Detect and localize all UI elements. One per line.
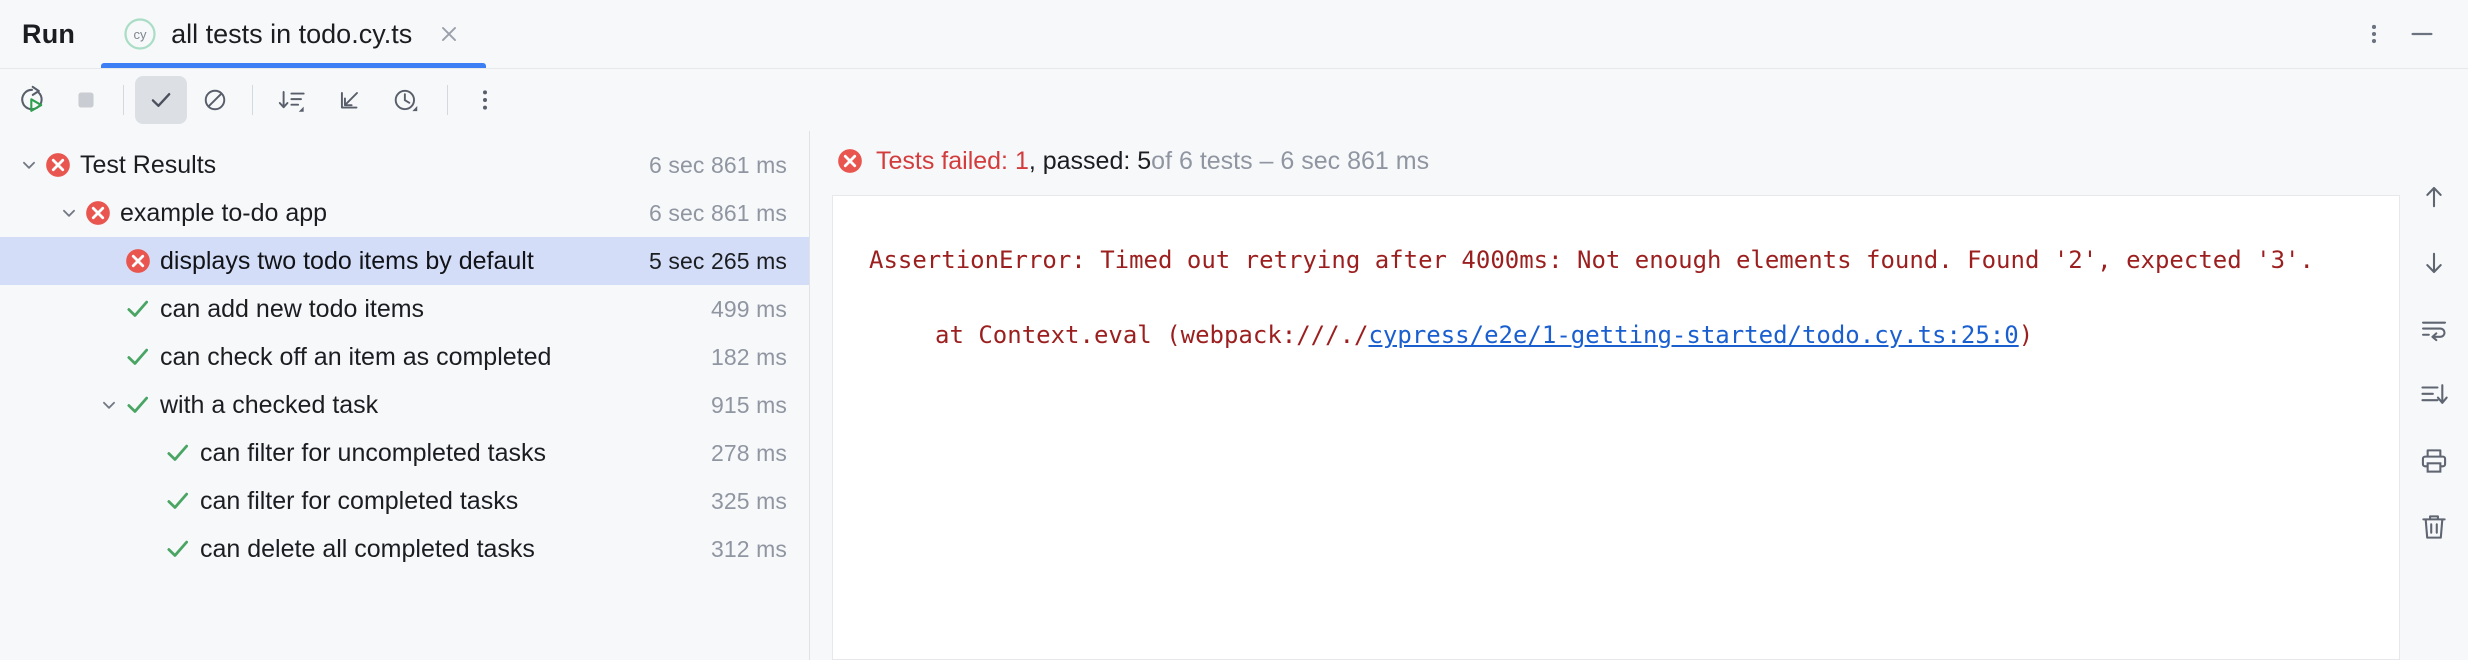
tree-row-duration: 499 ms <box>710 295 787 322</box>
passed-icon <box>122 343 154 371</box>
tree-row-can-filter-for-uncompleted-tasks[interactable]: can filter for uncompleted tasks 278 ms <box>0 429 809 477</box>
tree-row-duration: 278 ms <box>710 439 787 466</box>
console-toolbar <box>2400 131 2468 660</box>
stack-trace-file-link[interactable]: cypress/e2e/1-getting-started/todo.cy.ts… <box>1368 321 2018 349</box>
tree-row-label: can check off an item as completed <box>160 342 552 371</box>
arrow-down-icon[interactable] <box>2410 239 2458 287</box>
tree-row-with-a-checked-task[interactable]: with a checked task 915 ms <box>0 381 809 429</box>
summary-passed-count: , passed: 5 <box>1028 146 1152 175</box>
test-summary-bar: Tests failed: 1, passed: 5 of 6 tests – … <box>810 131 2400 191</box>
tree-row-can-filter-for-completed-tasks[interactable]: can filter for completed tasks 325 ms <box>0 477 809 525</box>
chevron-down-icon[interactable] <box>16 156 42 174</box>
expand-collapse-button[interactable] <box>324 76 376 124</box>
tree-row-label: Test Results <box>80 150 217 179</box>
soft-wrap-icon[interactable] <box>2410 305 2458 353</box>
scroll-to-end-icon[interactable] <box>2410 371 2458 419</box>
failed-icon <box>836 147 864 175</box>
stop-button[interactable] <box>60 76 112 124</box>
sort-tests-button[interactable] <box>264 76 322 124</box>
run-body: Test Results 6 sec 861 ms example to-do … <box>0 131 2468 660</box>
tree-row-label: can filter for uncompleted tasks <box>200 438 546 467</box>
toolbar-more-options-button[interactable] <box>459 76 511 124</box>
tree-row-can-add-new-todo-items[interactable]: can add new todo items 499 ms <box>0 285 809 333</box>
chevron-down-icon[interactable] <box>96 396 122 414</box>
passed-icon <box>162 535 194 563</box>
passed-icon <box>162 487 194 515</box>
show-passed-tests-button[interactable] <box>135 76 187 124</box>
cypress-icon: cy <box>123 17 157 51</box>
tree-row-test-results[interactable]: Test Results 6 sec 861 ms <box>0 141 809 189</box>
tree-row-duration: 5 sec 265 ms <box>649 247 787 274</box>
titlebar-actions <box>2352 0 2468 68</box>
arrow-up-icon[interactable] <box>2410 173 2458 221</box>
tree-row-example-to-do-app[interactable]: example to-do app 6 sec 861 ms <box>0 189 809 237</box>
show-ignored-tests-button[interactable] <box>189 76 241 124</box>
failed-icon <box>42 151 74 179</box>
print-icon[interactable] <box>2410 437 2458 485</box>
tree-row-label: can delete all completed tasks <box>200 534 535 563</box>
toolbar-separator <box>123 85 124 115</box>
svg-text:cy: cy <box>134 27 148 42</box>
tree-row-displays-two-todo-items-by-default[interactable]: displays two todo items by default 5 sec… <box>0 237 809 285</box>
console-pane: Tests failed: 1, passed: 5 of 6 tests – … <box>810 131 2468 660</box>
tree-row-label: can filter for completed tasks <box>200 486 519 515</box>
close-icon[interactable] <box>434 19 464 49</box>
chevron-down-icon[interactable] <box>56 204 82 222</box>
test-history-button[interactable] <box>378 76 436 124</box>
titlebar: Run cy all tests in todo.cy.ts <box>0 0 2468 68</box>
assertion-error-message: AssertionError: Timed out retrying after… <box>869 246 2314 274</box>
tree-row-duration: 6 sec 861 ms <box>649 199 787 226</box>
passed-icon <box>122 391 154 419</box>
tree-row-can-delete-all-completed-tasks[interactable]: can delete all completed tasks 312 ms <box>0 525 809 573</box>
tree-row-duration: 6 sec 861 ms <box>649 151 787 178</box>
failed-icon <box>122 247 154 275</box>
tree-row-label: with a checked task <box>160 390 379 419</box>
tree-row-can-check-off-an-item-as-completed[interactable]: can check off an item as completed 182 m… <box>0 333 809 381</box>
stack-trace-prefix: at Context.eval (webpack:///./ <box>935 321 1369 350</box>
toolbar-separator <box>252 85 253 115</box>
tree-row-label: example to-do app <box>120 198 328 227</box>
tree-row-label: displays two todo items by default <box>160 246 534 275</box>
titlebar-spacer <box>486 0 2352 68</box>
passed-icon <box>122 295 154 323</box>
stack-trace-line: at Context.eval (webpack:///./cypress/e2… <box>869 317 2369 354</box>
tree-row-duration: 325 ms <box>710 487 787 514</box>
trash-icon[interactable] <box>2410 503 2458 551</box>
stack-trace-suffix: ) <box>2018 321 2034 350</box>
summary-total-and-time: of 6 tests – 6 sec 861 ms <box>1151 146 1430 175</box>
console-output[interactable]: AssertionError: Timed out retrying after… <box>832 195 2400 660</box>
rerun-tests-button[interactable] <box>6 76 58 124</box>
failed-icon <box>82 199 114 227</box>
run-toolbar <box>0 69 2468 131</box>
tab-all-tests[interactable]: cy all tests in todo.cy.ts <box>101 0 487 68</box>
tab-label: all tests in todo.cy.ts <box>171 18 413 49</box>
more-vertical-icon[interactable] <box>2352 12 2396 56</box>
run-tool-window: Run cy all tests in todo.cy.ts Test Resu… <box>0 0 2468 660</box>
summary-failed-count: Tests failed: 1 <box>876 146 1029 175</box>
tab-active-indicator <box>101 63 487 68</box>
tree-row-duration: 915 ms <box>710 391 787 418</box>
toolbar-separator <box>447 85 448 115</box>
tree-row-duration: 312 ms <box>710 535 787 562</box>
minimize-icon[interactable] <box>2400 12 2444 56</box>
summary-text: Tests failed: 1, passed: 5 of 6 tests – … <box>876 147 1429 176</box>
run-tool-window-title: Run <box>22 18 76 49</box>
console-main: Tests failed: 1, passed: 5 of 6 tests – … <box>810 131 2400 660</box>
tree-row-duration: 182 ms <box>710 343 787 370</box>
test-results-tree[interactable]: Test Results 6 sec 861 ms example to-do … <box>0 131 810 660</box>
tree-row-label: can add new todo items <box>160 294 425 323</box>
passed-icon <box>162 439 194 467</box>
